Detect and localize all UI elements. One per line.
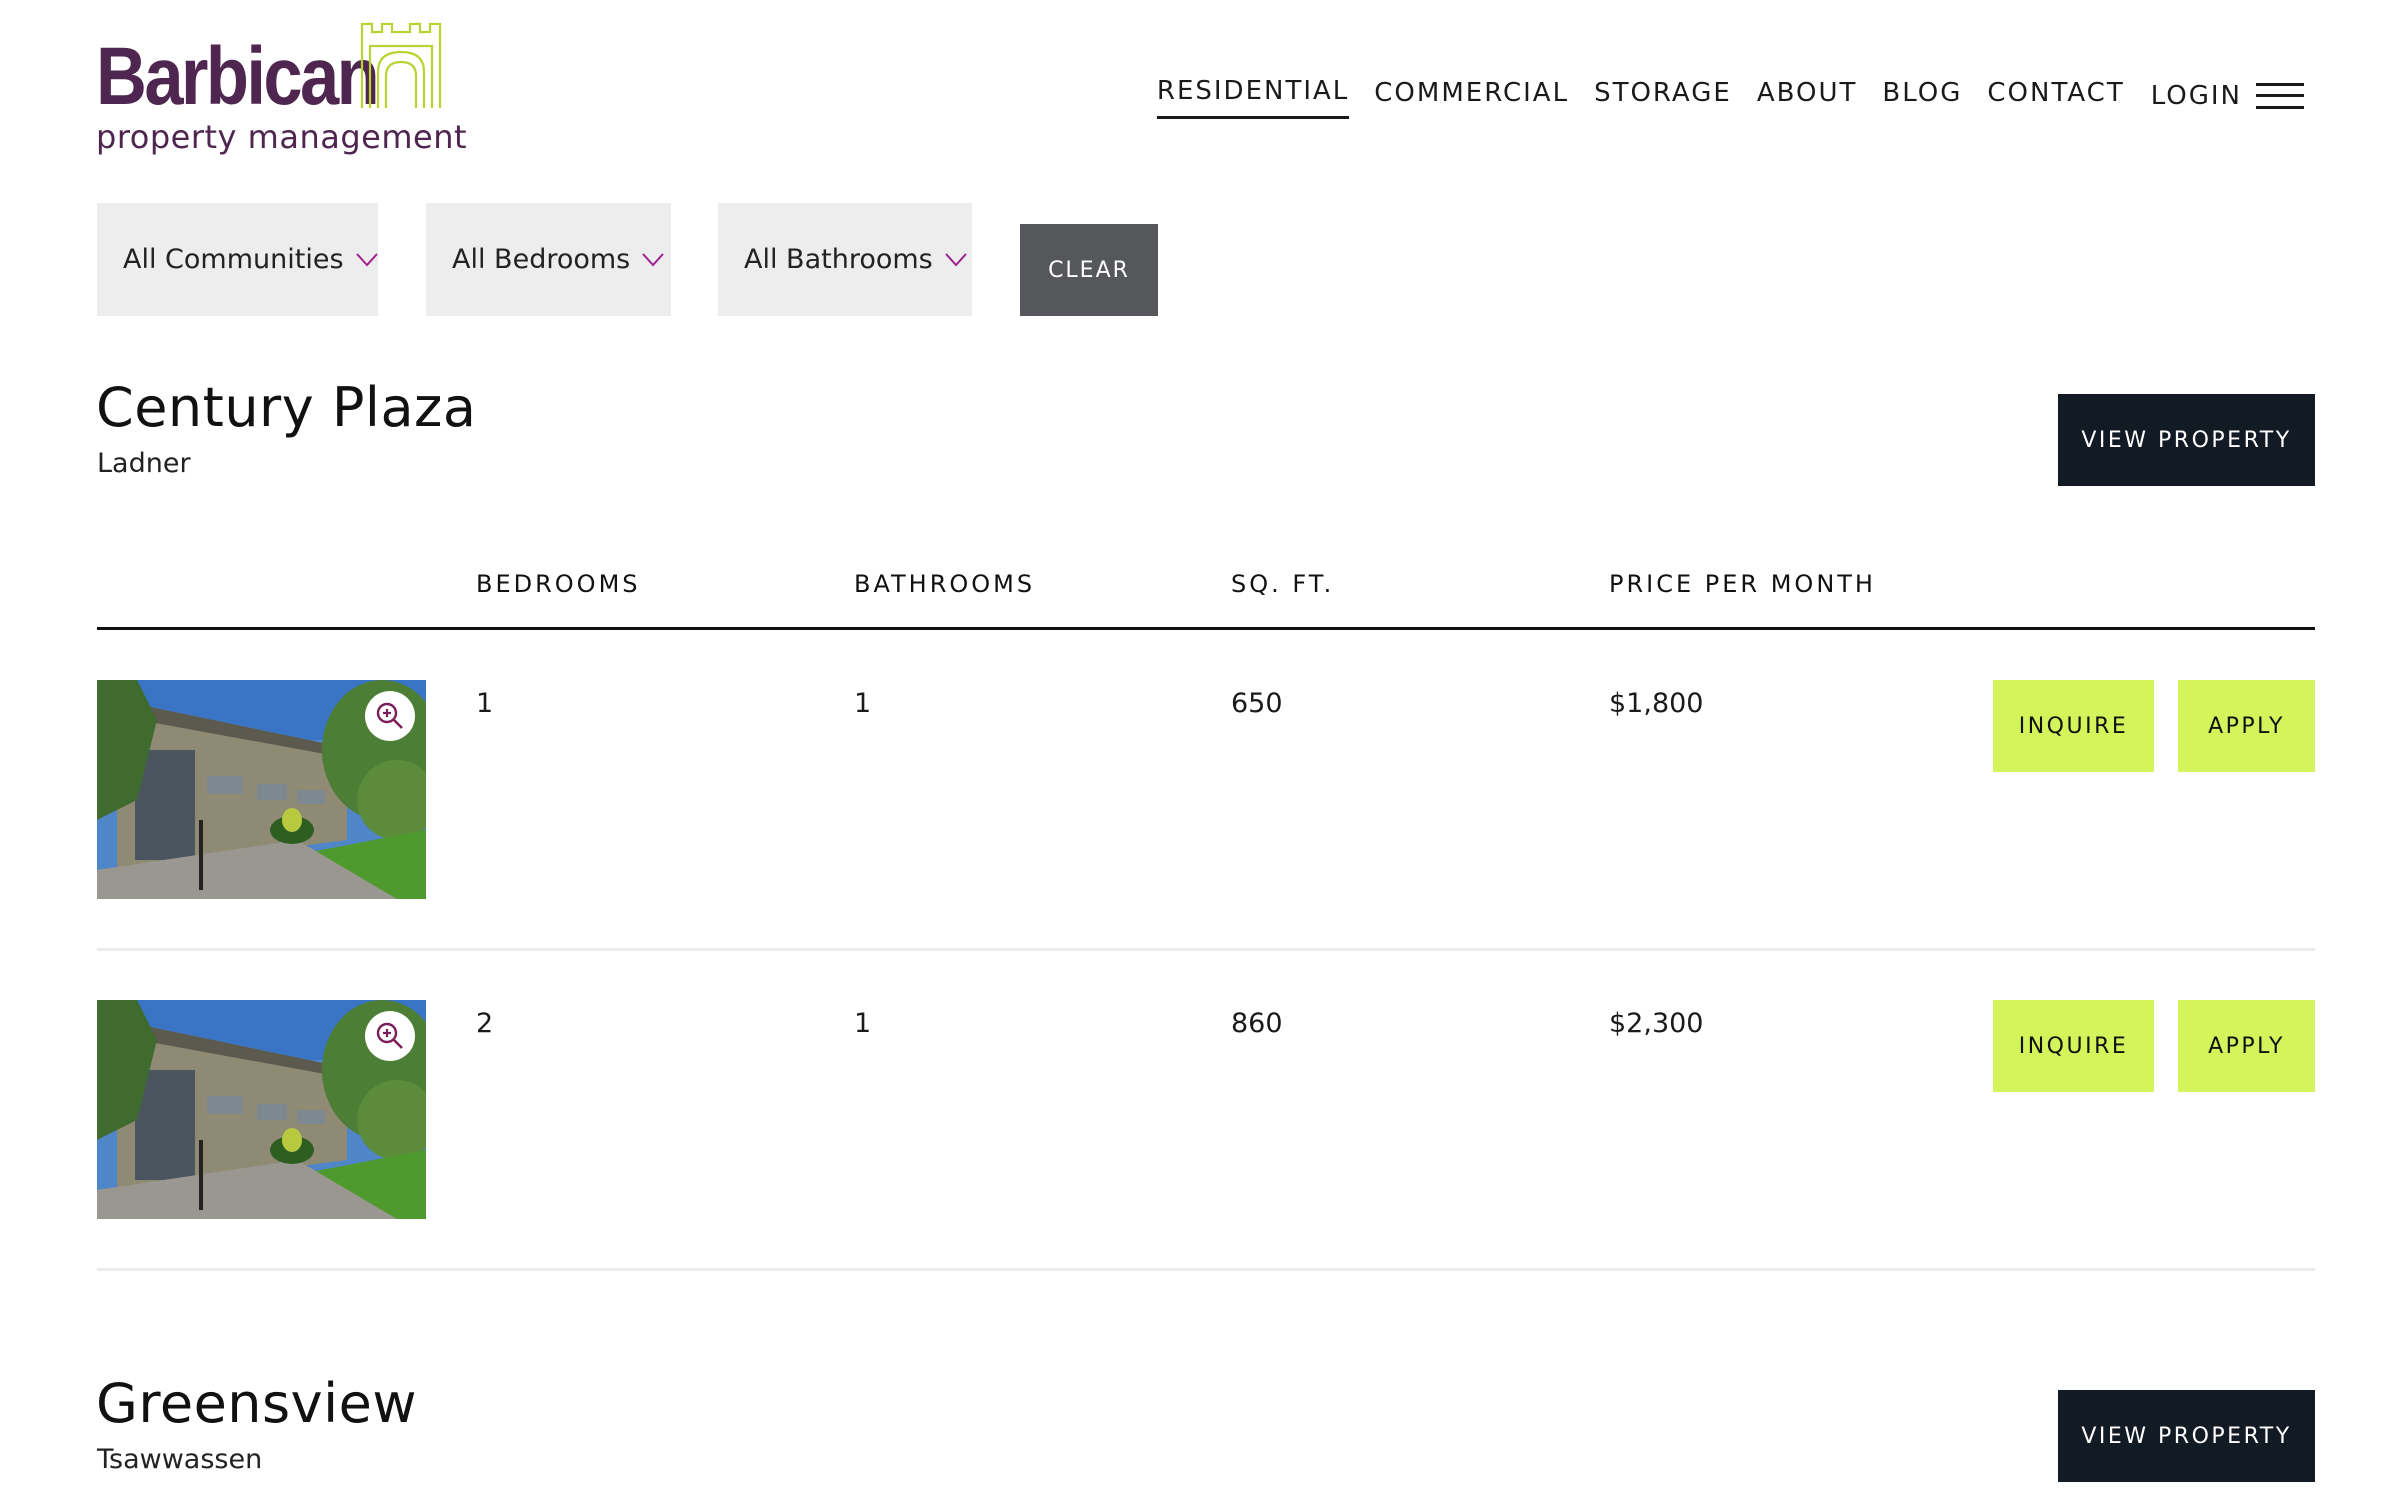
zoom-icon[interactable] xyxy=(365,691,415,741)
nav-commercial[interactable]: COMMERCIAL xyxy=(1374,78,1569,118)
apply-button[interactable]: APPLY xyxy=(2178,680,2315,772)
communities-select[interactable]: All Communities xyxy=(97,203,378,316)
nav-blog[interactable]: BLOG xyxy=(1882,78,1962,118)
property-title: Greensview xyxy=(96,1372,418,1435)
unit-photo[interactable] xyxy=(97,1000,426,1219)
main-nav: RESIDENTIAL COMMERCIAL STORAGE ABOUT BLO… xyxy=(1132,76,2304,119)
gate-logo-icon xyxy=(360,22,442,108)
view-property-button[interactable]: VIEW PROPERTY xyxy=(2058,394,2315,486)
chevron-down-icon xyxy=(642,252,664,266)
unit-bedrooms: 2 xyxy=(476,1008,494,1039)
nav-residential[interactable]: RESIDENTIAL xyxy=(1156,76,1350,119)
property-location: Tsawwassen xyxy=(97,1444,263,1475)
column-header-bedrooms: BEDROOMS xyxy=(476,570,641,598)
unit-price: $1,800 xyxy=(1609,688,1704,719)
nav-storage[interactable]: STORAGE xyxy=(1594,78,1732,118)
brand-name: Barbican xyxy=(96,31,380,122)
communities-select-value: All Communities xyxy=(123,244,344,275)
bedrooms-select-value: All Bedrooms xyxy=(452,244,631,275)
column-header-sqft: SQ. FT. xyxy=(1231,570,1335,598)
unit-sqft: 650 xyxy=(1231,688,1283,719)
unit-price: $2,300 xyxy=(1609,1008,1704,1039)
unit-bedrooms: 1 xyxy=(476,688,494,719)
unit-photo[interactable] xyxy=(97,680,426,899)
chevron-down-icon xyxy=(945,252,967,266)
table-header-divider xyxy=(97,627,2315,630)
nav-contact[interactable]: CONTACT xyxy=(1987,78,2124,118)
bedrooms-select[interactable]: All Bedrooms xyxy=(426,203,671,316)
row-divider xyxy=(97,1268,2315,1271)
view-property-button[interactable]: VIEW PROPERTY xyxy=(2058,1390,2315,1482)
brand-tagline: property management xyxy=(96,118,468,156)
property-location: Ladner xyxy=(97,448,191,479)
unit-bathrooms: 1 xyxy=(854,1008,872,1039)
apply-button[interactable]: APPLY xyxy=(2178,1000,2315,1092)
clear-filters-button[interactable]: CLEAR xyxy=(1020,224,1158,316)
row-divider xyxy=(97,948,2315,951)
bathrooms-select[interactable]: All Bathrooms xyxy=(718,203,972,316)
nav-login[interactable]: LOGIN xyxy=(2151,81,2242,115)
nav-about[interactable]: ABOUT xyxy=(1757,78,1858,118)
brand-logo[interactable]: Barbican property management xyxy=(96,22,467,162)
chevron-down-icon xyxy=(355,252,378,266)
bathrooms-select-value: All Bathrooms xyxy=(744,244,933,275)
column-header-bathrooms: BATHROOMS xyxy=(854,570,1036,598)
unit-bathrooms: 1 xyxy=(854,688,872,719)
zoom-icon[interactable] xyxy=(365,1011,415,1061)
property-title: Century Plaza xyxy=(96,376,477,439)
column-header-price: PRICE PER MONTH xyxy=(1609,570,1876,598)
hamburger-icon[interactable] xyxy=(2256,82,2304,109)
unit-sqft: 860 xyxy=(1231,1008,1283,1039)
inquire-button[interactable]: INQUIRE xyxy=(1993,680,2154,772)
inquire-button[interactable]: INQUIRE xyxy=(1993,1000,2154,1092)
